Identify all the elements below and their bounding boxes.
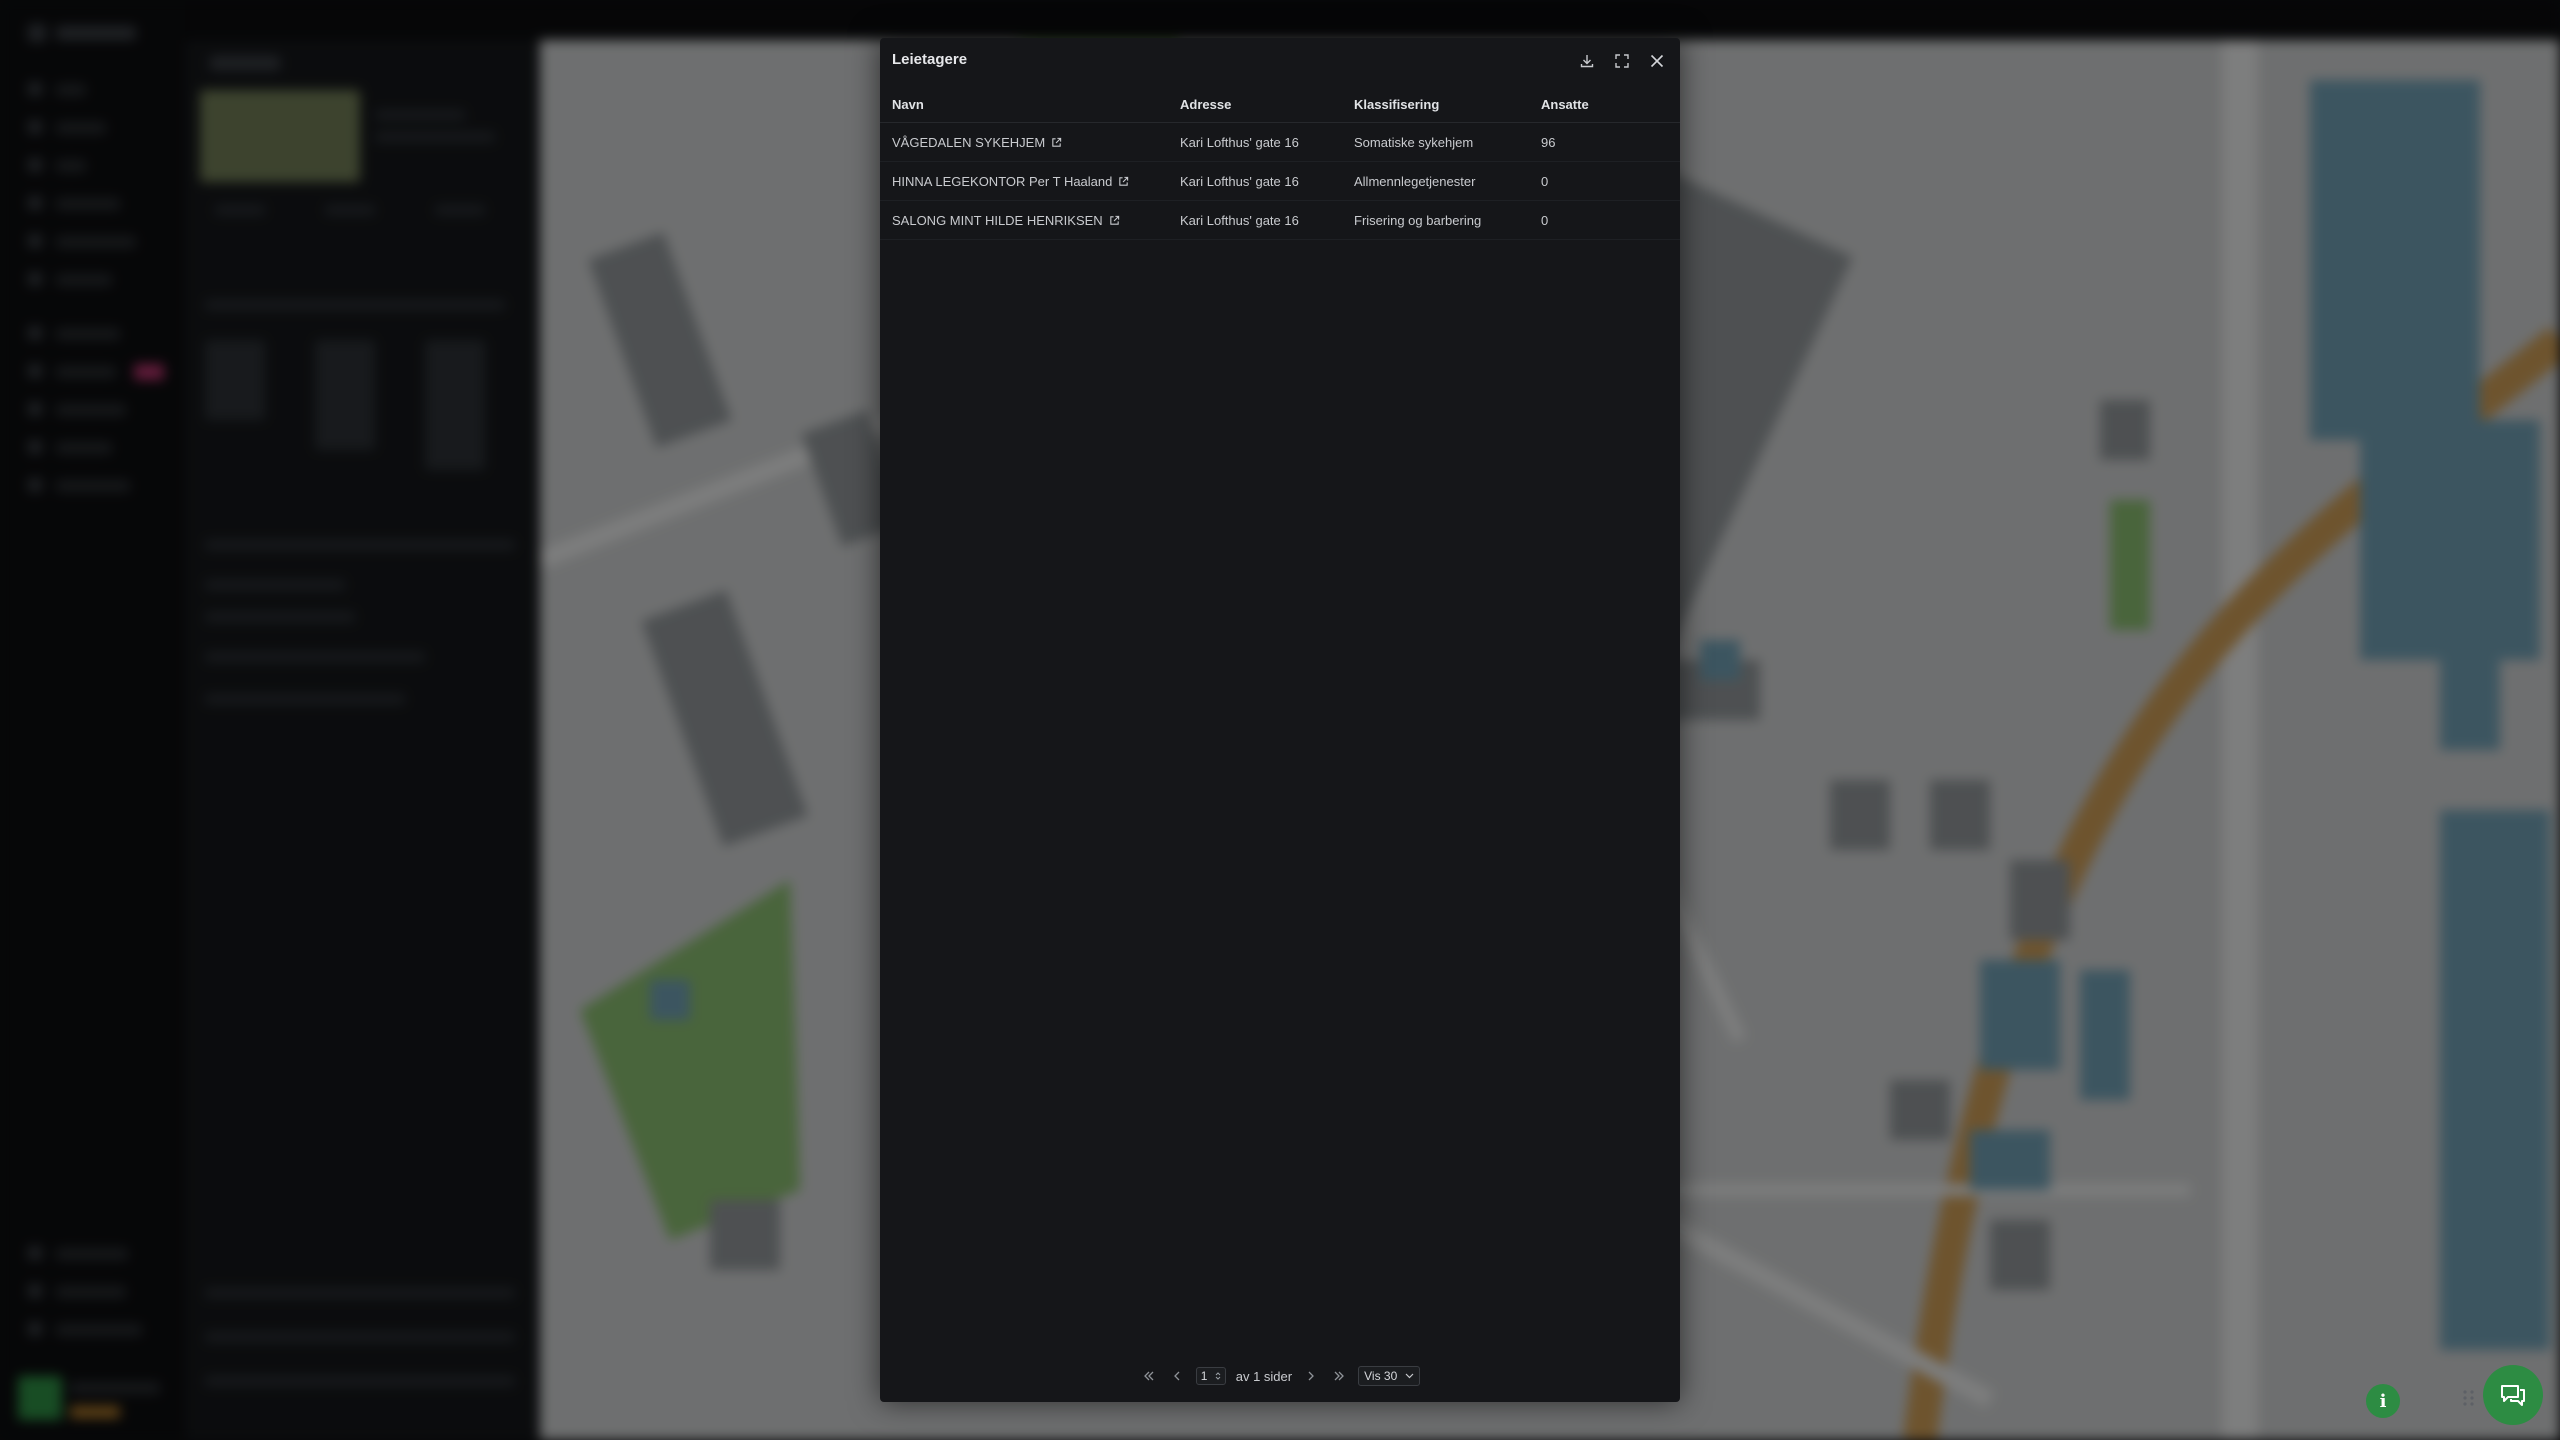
tenant-employees: 96 <box>1541 134 1556 150</box>
tenant-name: HINNA LEGEKONTOR Per T Haaland <box>892 173 1113 189</box>
tenant-name-link[interactable]: HINNA LEGEKONTOR Per T Haaland <box>892 162 1129 200</box>
close-icon <box>1650 54 1664 68</box>
tenant-name-link[interactable]: VÅGEDALEN SYKEHJEM <box>892 123 1062 161</box>
column-header-navn[interactable]: Navn <box>892 86 924 122</box>
table-row: SALONG MINT HILDE HENRIKSEN Kari Lofthus… <box>880 201 1680 240</box>
tenant-name-link[interactable]: SALONG MINT HILDE HENRIKSEN <box>892 201 1120 239</box>
tenant-classification: Somatiske sykehjem <box>1354 134 1474 150</box>
expand-button[interactable] <box>1609 48 1635 74</box>
page-number-input[interactable]: 1 <box>1195 1367 1226 1385</box>
chevron-right-icon <box>1308 1371 1315 1381</box>
tenant-address: Kari Lofthus' gate 16 <box>1180 134 1299 150</box>
info-icon: i <box>2379 1390 2387 1412</box>
tenant-employees: 0 <box>1541 173 1549 189</box>
download-icon <box>1580 55 1594 68</box>
previous-page-button[interactable] <box>1168 1367 1186 1385</box>
chevrons-right-icon <box>1334 1371 1345 1381</box>
external-link-icon <box>1119 176 1129 186</box>
page-size-select[interactable]: Vis 30 <box>1358 1366 1421 1386</box>
download-button[interactable] <box>1574 48 1600 74</box>
next-page-button[interactable] <box>1302 1367 1320 1385</box>
drag-handle[interactable] <box>2462 1388 2482 1412</box>
expand-icon <box>1615 54 1629 68</box>
stepper-icon <box>1215 1372 1221 1380</box>
tenant-name: SALONG MINT HILDE HENRIKSEN <box>892 212 1103 228</box>
column-header-ansatte[interactable]: Ansatte <box>1541 86 1589 122</box>
external-link-icon <box>1052 137 1062 147</box>
table-row: HINNA LEGEKONTOR Per T Haaland Kari Loft… <box>880 162 1680 201</box>
table-row: VÅGEDALEN SYKEHJEM Kari Lofthus' gate 16… <box>880 123 1680 162</box>
tenant-name: VÅGEDALEN SYKEHJEM <box>892 134 1046 150</box>
close-button[interactable] <box>1644 48 1670 74</box>
chevron-left-icon <box>1173 1371 1180 1381</box>
pagination: 1 av 1 sider Vis 30 <box>880 1364 1680 1388</box>
chat-icon <box>2501 1385 2525 1406</box>
page-number: 1 <box>1200 1369 1208 1383</box>
tenants-table: Navn Adresse Klassifisering Ansatte VÅGE… <box>880 86 1680 240</box>
info-button[interactable]: i <box>2366 1384 2400 1418</box>
page-size-value: Vis 30 <box>1364 1369 1398 1383</box>
chat-button[interactable] <box>2483 1365 2543 1425</box>
tenant-address: Kari Lofthus' gate 16 <box>1180 212 1299 228</box>
chevrons-left-icon <box>1143 1371 1154 1381</box>
tenant-classification: Frisering og barbering <box>1354 212 1482 228</box>
tenant-address: Kari Lofthus' gate 16 <box>1180 173 1299 189</box>
last-page-button[interactable] <box>1330 1367 1348 1385</box>
tenant-classification: Allmennlegetjenester <box>1354 173 1476 189</box>
tenants-modal: Leietagere Navn Adresse Klassifisering A… <box>880 38 1680 1402</box>
page-count-label: av 1 sider <box>1235 1368 1293 1384</box>
table-header-row: Navn Adresse Klassifisering Ansatte <box>880 86 1680 123</box>
chevron-down-icon <box>1405 1373 1414 1379</box>
external-link-icon <box>1109 215 1119 225</box>
first-page-button[interactable] <box>1140 1367 1158 1385</box>
modal-title: Leietagere <box>892 51 968 68</box>
grip-icon <box>2463 1390 2474 1406</box>
column-header-adresse[interactable]: Adresse <box>1180 86 1231 122</box>
tenant-employees: 0 <box>1541 212 1549 228</box>
column-header-klassifisering[interactable]: Klassifisering <box>1354 86 1439 122</box>
